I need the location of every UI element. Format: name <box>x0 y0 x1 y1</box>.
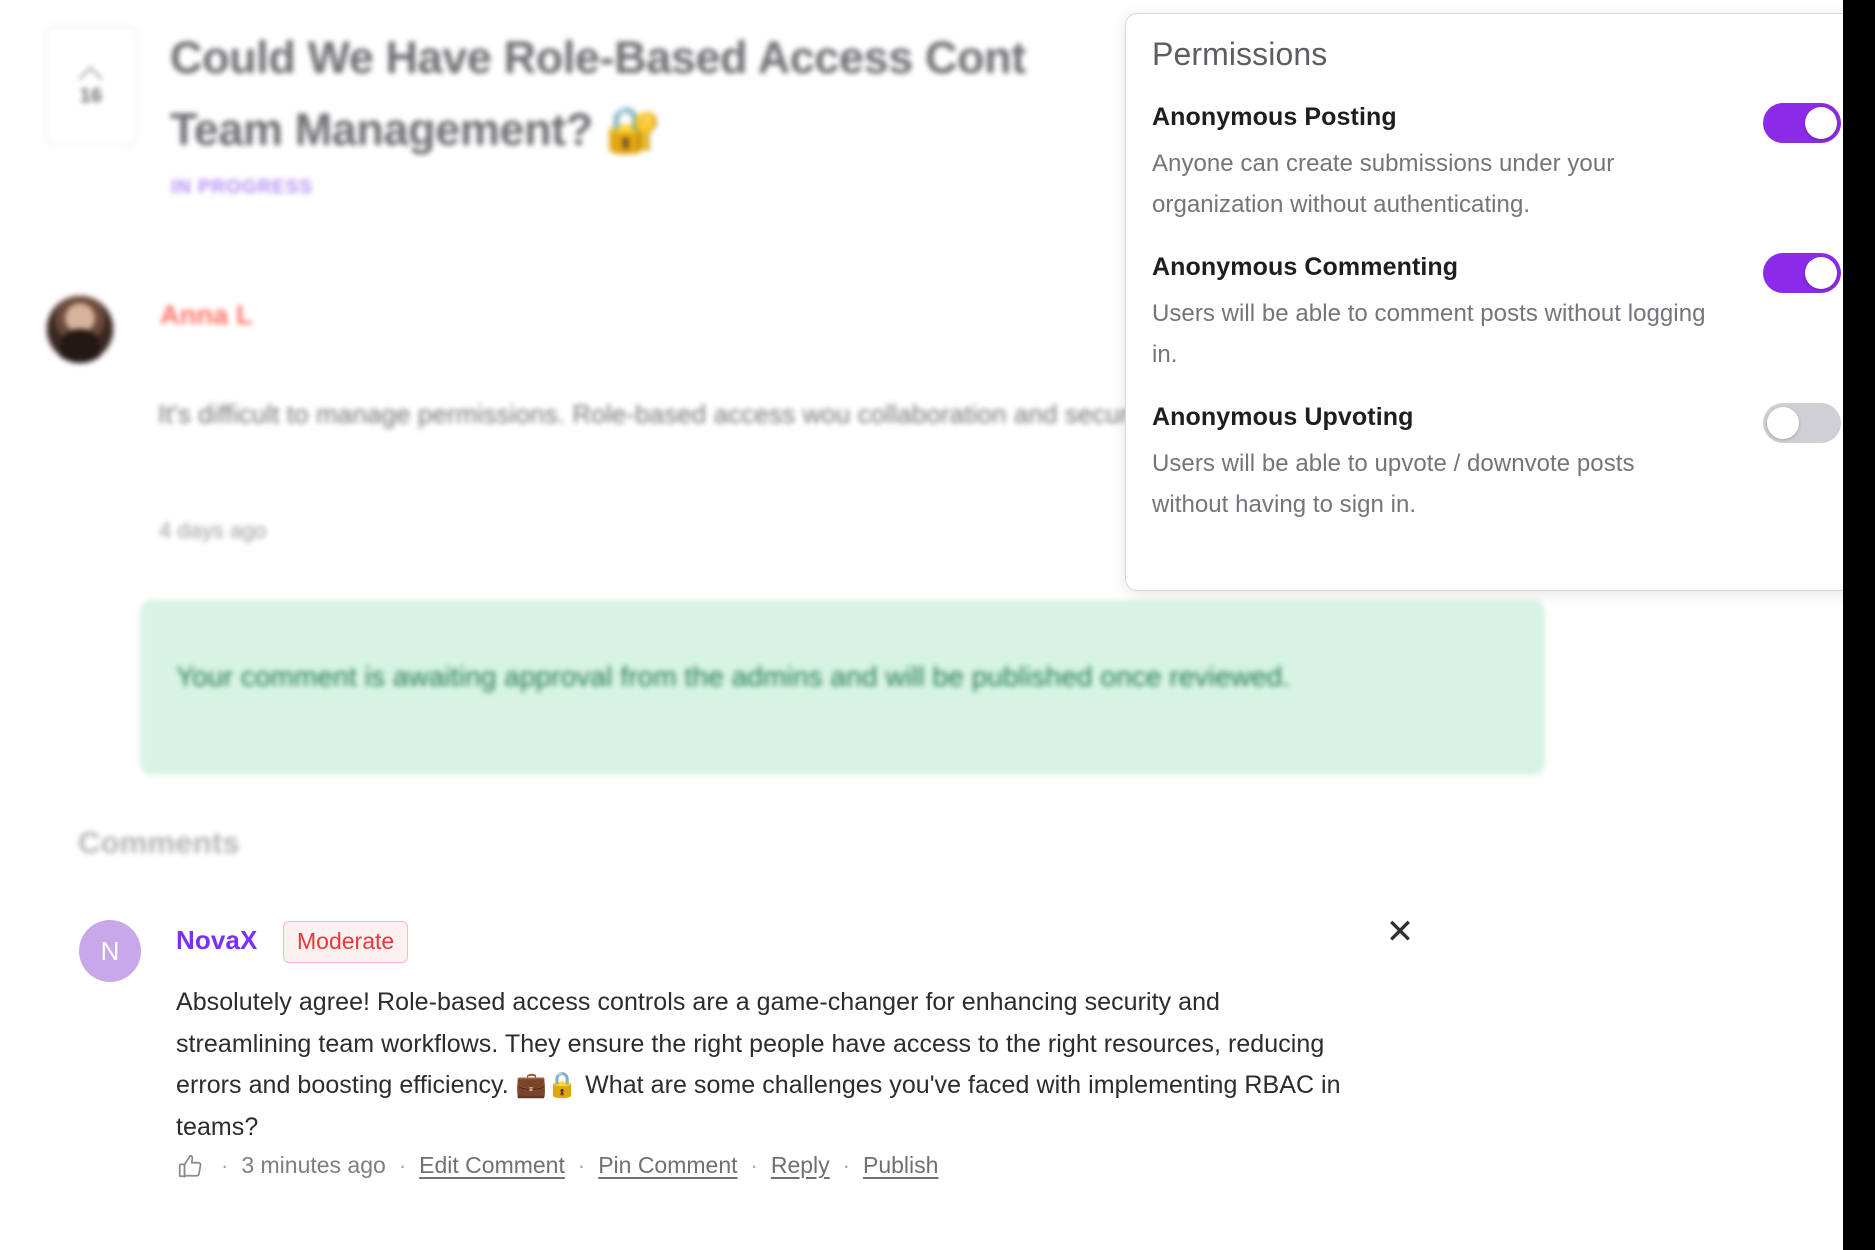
publish-link[interactable]: Publish <box>863 1152 938 1179</box>
screen-edge-strip-lower <box>1843 595 1875 1250</box>
permission-row-anonymous-posting: Anonymous Posting Anyone can create subm… <box>1152 103 1841 225</box>
comment-actions: · 3 minutes ago · Edit Comment · Pin Com… <box>176 1152 938 1179</box>
anonymous-posting-toggle[interactable] <box>1763 103 1841 143</box>
app-root: 16 Could We Have Role-Based Access Cont … <box>0 0 1875 1250</box>
comment-body: Absolutely agree! Role-based access cont… <box>176 988 1341 1141</box>
action-separator: · <box>750 1152 758 1178</box>
permission-label: Anonymous Commenting <box>1152 253 1459 281</box>
pin-comment-link[interactable]: Pin Comment <box>598 1152 737 1179</box>
permission-label: Anonymous Posting <box>1152 103 1397 131</box>
avatar: N <box>79 920 141 982</box>
permission-description: Anyone can create submissions under your… <box>1152 150 1615 218</box>
permission-description: Users will be able to comment posts with… <box>1152 300 1706 368</box>
action-separator: · <box>577 1152 586 1178</box>
permission-row-anonymous-upvoting: Anonymous Upvoting Users will be able to… <box>1152 403 1841 525</box>
anonymous-upvoting-toggle[interactable] <box>1763 403 1841 443</box>
status-badge: Moderate <box>283 921 409 963</box>
permission-row-anonymous-commenting: Anonymous Commenting Users will be able … <box>1152 253 1841 375</box>
action-separator: · <box>398 1152 407 1178</box>
edit-comment-link[interactable]: Edit Comment <box>419 1152 565 1179</box>
action-separator: · <box>842 1152 850 1178</box>
permissions-panel: Permissions Anonymous Posting Anyone can… <box>1125 13 1868 591</box>
comment-timestamp: 3 minutes ago <box>241 1152 386 1178</box>
thumbs-up-icon[interactable] <box>176 1153 204 1179</box>
comment-author-name[interactable]: NovaX <box>176 925 257 956</box>
reply-link[interactable]: Reply <box>771 1152 830 1179</box>
permission-label: Anonymous Upvoting <box>1152 403 1414 431</box>
action-separator: · <box>221 1152 229 1178</box>
permission-description: Users will be able to upvote / downvote … <box>1152 450 1635 518</box>
close-icon[interactable]: ✕ <box>1378 910 1422 954</box>
permissions-panel-title: Permissions <box>1152 36 1328 72</box>
anonymous-commenting-toggle[interactable] <box>1763 253 1841 293</box>
